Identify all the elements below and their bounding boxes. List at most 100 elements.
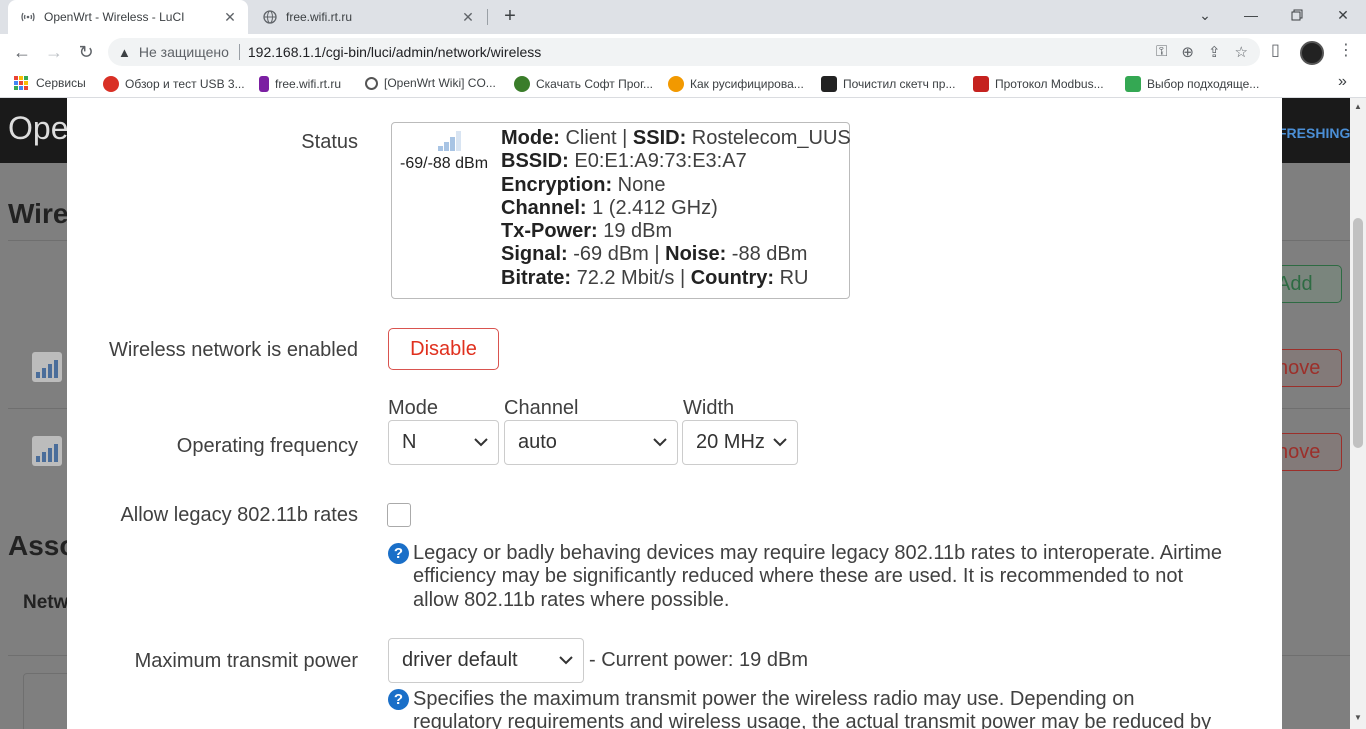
- bitrate-value: 72.2 Mbit/s |: [571, 266, 691, 289]
- avatar[interactable]: [1300, 41, 1324, 65]
- channel-select[interactable]: auto: [504, 420, 678, 465]
- restore-button[interactable]: [1274, 0, 1320, 30]
- bg-netw-label: Netw: [23, 592, 69, 613]
- bookmark-label: Скачать Софт Прог...: [536, 77, 653, 91]
- bookmark-label: Как русифицирова...: [690, 77, 804, 91]
- bookmark-label: Сервисы: [36, 76, 86, 90]
- bookmark-item[interactable]: Как русифицирова...: [668, 76, 804, 92]
- noise-key: Noise:: [665, 243, 727, 266]
- legacy-rates-help-text: Legacy or badly behaving devices may req…: [413, 542, 1222, 611]
- close-tab-icon[interactable]: ✕: [222, 9, 238, 26]
- txpower-label: Maximum transmit power: [134, 650, 358, 672]
- tab-openwrt[interactable]: OpenWrt - Wireless - LuCI ✕: [8, 0, 248, 34]
- page-scrollbar[interactable]: ▲ ▼: [1350, 98, 1366, 729]
- tab-divider: [487, 9, 488, 25]
- bookmark-label: Выбор подходяще...: [1147, 77, 1260, 91]
- zoom-icon[interactable]: ⊕: [1181, 43, 1194, 61]
- tab-title: OpenWrt - Wireless - LuCI: [44, 10, 185, 24]
- refreshing-label: FRESHING: [1278, 125, 1350, 141]
- globe-icon: [262, 9, 278, 25]
- bookmark-item[interactable]: Почистил скетч пр...: [821, 76, 955, 92]
- menu-icon[interactable]: ⋮: [1338, 40, 1354, 60]
- bg-add-button[interactable]: Add: [1272, 265, 1342, 303]
- bookmark-favicon: [259, 76, 269, 92]
- noise-value: -88 dBm: [726, 243, 808, 266]
- bookmark-favicon: [973, 76, 989, 92]
- star-icon[interactable]: ☆: [1235, 43, 1248, 61]
- width-select-value: 20 MHz: [696, 431, 765, 453]
- share-icon[interactable]: ⇪: [1208, 43, 1221, 61]
- bookmark-favicon: [668, 76, 684, 92]
- side-panel-icon[interactable]: ▯: [1271, 40, 1280, 60]
- bookmark-favicon: [1125, 76, 1141, 92]
- bookmark-item[interactable]: Обзор и тест USB 3...: [103, 76, 245, 92]
- security-label[interactable]: Не защищено: [139, 44, 229, 60]
- channel-key: Channel:: [501, 196, 587, 219]
- more-bookmarks-icon[interactable]: »: [1338, 73, 1347, 91]
- apps-grid-icon: [14, 76, 28, 90]
- reload-icon[interactable]: ↻: [74, 40, 98, 64]
- close-window-button[interactable]: ✕: [1320, 0, 1366, 30]
- scroll-down-icon[interactable]: ▼: [1354, 713, 1362, 722]
- legacy-rates-checkbox[interactable]: [387, 503, 411, 527]
- bookmark-favicon: [514, 76, 530, 92]
- chevron-down-icon: [559, 656, 573, 665]
- ssid-value: Rostelecom_UUS: [686, 127, 851, 149]
- status-info: Mode: Client | SSID: Rostelecom_UUS BSSI…: [501, 127, 851, 290]
- address-bar[interactable]: ▲ Не защищено 192.168.1.1/cgi-bin/luci/a…: [108, 38, 1260, 66]
- bookmark-item[interactable]: [OpenWrt Wiki] CO...: [365, 76, 496, 90]
- bookmark-item[interactable]: Выбор подходяще...: [1125, 76, 1259, 92]
- url-text[interactable]: 192.168.1.1/cgi-bin/luci/admin/network/w…: [248, 44, 541, 60]
- bookmark-label: free.wifi.rt.ru: [275, 77, 342, 91]
- back-icon[interactable]: ←: [10, 40, 34, 64]
- bookmark-services[interactable]: Сервисы: [14, 76, 86, 90]
- bookmark-item[interactable]: Протокол Modbus...: [973, 76, 1104, 92]
- bookmark-label: [OpenWrt Wiki] CO...: [384, 76, 496, 90]
- encryption-key: Encryption:: [501, 173, 613, 196]
- forward-icon[interactable]: →: [42, 40, 66, 64]
- bookmark-item[interactable]: Скачать Софт Прог...: [514, 76, 653, 92]
- scrollbar-thumb[interactable]: [1353, 218, 1363, 448]
- minimize-button[interactable]: —: [1228, 0, 1274, 30]
- country-key: Country:: [690, 266, 775, 289]
- bg-heading-wireless: Wire: [8, 198, 69, 229]
- bg-signal-icon: [32, 352, 62, 382]
- legacy-rates-label: Allow legacy 802.11b rates: [120, 504, 358, 526]
- browser-toolbar: ← → ↻ ▲ Не защищено 192.168.1.1/cgi-bin/…: [0, 34, 1366, 70]
- wireless-edit-modal: Status -69/-88 dBm Mode: Client | SSID: …: [67, 98, 1282, 729]
- status-box: -69/-88 dBm Mode: Client | SSID: Rostele…: [391, 122, 851, 299]
- txpower-value: 19 dBm: [597, 220, 673, 243]
- enabled-label: Wireless network is enabled: [109, 339, 358, 361]
- disable-button[interactable]: Disable: [388, 328, 499, 370]
- tab-search-icon[interactable]: ⌄: [1182, 0, 1228, 30]
- channel-select-value: auto: [518, 431, 557, 453]
- bookmark-favicon: [365, 76, 378, 90]
- warning-icon[interactable]: ▲: [118, 45, 131, 60]
- omnibox-divider: [238, 44, 240, 60]
- help-icon: ?: [388, 689, 409, 710]
- signal-key: Signal:: [501, 243, 568, 266]
- signal-dbm: -69/-88 dBm: [400, 155, 489, 172]
- close-tab-icon[interactable]: ✕: [460, 9, 476, 26]
- bssid-key: BSSID:: [501, 150, 569, 173]
- bg-remove-button[interactable]: nove: [1272, 433, 1342, 471]
- bookmarks-bar: Сервисы Обзор и тест USB 3... free.wifi.…: [0, 70, 1366, 98]
- tab-free-wifi[interactable]: free.wifi.rt.ru ✕: [250, 0, 486, 34]
- width-select[interactable]: 20 MHz: [682, 420, 798, 465]
- txpower-select[interactable]: driver default: [388, 638, 584, 683]
- bg-remove-button[interactable]: nove: [1272, 349, 1342, 387]
- scroll-up-icon[interactable]: ▲: [1354, 102, 1362, 111]
- mode-label: Mode: [388, 397, 439, 419]
- mode-select[interactable]: N: [388, 420, 499, 465]
- country-value: RU: [774, 266, 809, 289]
- key-icon[interactable]: ⚿: [1156, 43, 1167, 61]
- chevron-down-icon: [474, 438, 488, 447]
- chevron-down-icon: [773, 438, 787, 447]
- new-tab-button[interactable]: +: [498, 5, 522, 29]
- txpower-select-value: driver default: [402, 649, 518, 671]
- ssid-key: SSID:: [632, 127, 687, 149]
- current-power-text: - Current power: 19 dBm: [589, 649, 808, 671]
- status-label: Status: [301, 131, 358, 153]
- txpower-key: Tx-Power:: [501, 220, 598, 243]
- bookmark-item[interactable]: free.wifi.rt.ru: [259, 76, 341, 92]
